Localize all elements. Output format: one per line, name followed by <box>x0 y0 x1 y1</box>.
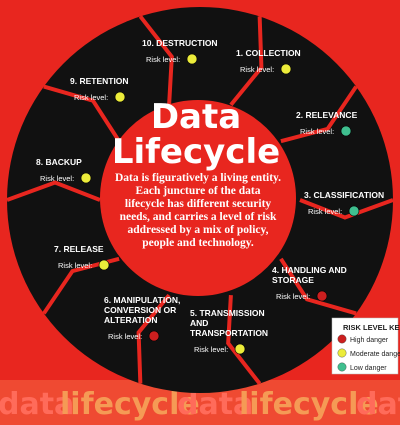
stage-title: 6. MANIPULATION, <box>104 295 180 305</box>
risk-indicator-high <box>316 290 328 302</box>
risk-level-label: Risk level: <box>276 292 310 301</box>
stage-title: STORAGE <box>272 275 314 285</box>
risk-level-label: Risk level: <box>74 93 108 102</box>
risk-key-label: High danger <box>350 337 389 344</box>
risk-level-label: Risk level: <box>146 55 180 64</box>
center-body-line: people and technology. <box>142 237 254 249</box>
risk-level-label: Risk level: <box>300 127 334 136</box>
center-body-line: addressed by a mix of policy, <box>128 224 269 236</box>
risk-key-title: RISK LEVEL KEY <box>343 323 400 332</box>
risk-level-label: Risk level: <box>40 174 74 183</box>
center-title-line1: Data <box>151 97 241 137</box>
stage-title: 5. TRANSMISSION <box>190 308 265 318</box>
center-body-line: Each juncture of the data <box>135 185 260 197</box>
risk-key-label: Moderate danger <box>350 351 400 358</box>
risk-indicator-low <box>348 205 360 217</box>
risk-key-swatch-low <box>337 362 347 372</box>
center-title-line2: Lifecycle <box>112 132 280 172</box>
stage-title: 2. RELEVANCE <box>296 110 358 120</box>
risk-indicator-moderate <box>98 259 110 271</box>
center-body-line: Data is figuratively a living entity. <box>115 172 281 184</box>
stage-title: 4. HANDLING AND <box>272 265 347 275</box>
risk-level-label: Risk level: <box>308 207 342 216</box>
stage-title: AND <box>190 318 208 328</box>
center-body-line: lifecycle has different security <box>125 198 272 210</box>
risk-indicator-moderate <box>80 172 92 184</box>
risk-indicator-low <box>340 125 352 137</box>
risk-level-label: Risk level: <box>240 65 274 74</box>
stage-title: 10. DESTRUCTION <box>142 38 218 48</box>
watermark-word: data <box>356 387 400 422</box>
risk-level-label: Risk level: <box>108 332 142 341</box>
risk-level-key: RISK LEVEL KEY High danger Moderate dange… <box>331 317 400 375</box>
risk-indicator-moderate <box>234 343 246 355</box>
infographic: datalifecycledatalifecycledata Data Life… <box>0 0 400 425</box>
stage-title: 3. CLASSIFICATION <box>304 190 384 200</box>
lifecycle-diagram: datalifecycledatalifecycledata Data Life… <box>0 0 400 425</box>
risk-key-label: Low danger <box>350 365 387 372</box>
risk-indicator-high <box>148 330 160 342</box>
risk-indicator-moderate <box>114 91 126 103</box>
stage-title: TRANSPORTATION <box>190 328 268 338</box>
stage-title: ALTERATION <box>104 315 158 325</box>
center-body-line: needs, and carries a level of risk <box>120 211 277 223</box>
risk-indicator-moderate <box>280 63 292 75</box>
stage-title: 9. RETENTION <box>70 76 129 86</box>
stage-title: 7. RELEASE <box>54 244 104 254</box>
risk-level-label: Risk level: <box>58 261 92 270</box>
stage-title: 8. BACKUP <box>36 157 82 167</box>
risk-indicator-moderate <box>186 53 198 65</box>
risk-key-swatch-moderate <box>337 348 347 358</box>
risk-level-label: Risk level: <box>194 345 228 354</box>
stage-title: 1. COLLECTION <box>236 48 301 58</box>
risk-key-swatch-high <box>337 334 347 344</box>
stage-title: CONVERSION OR <box>104 305 176 315</box>
